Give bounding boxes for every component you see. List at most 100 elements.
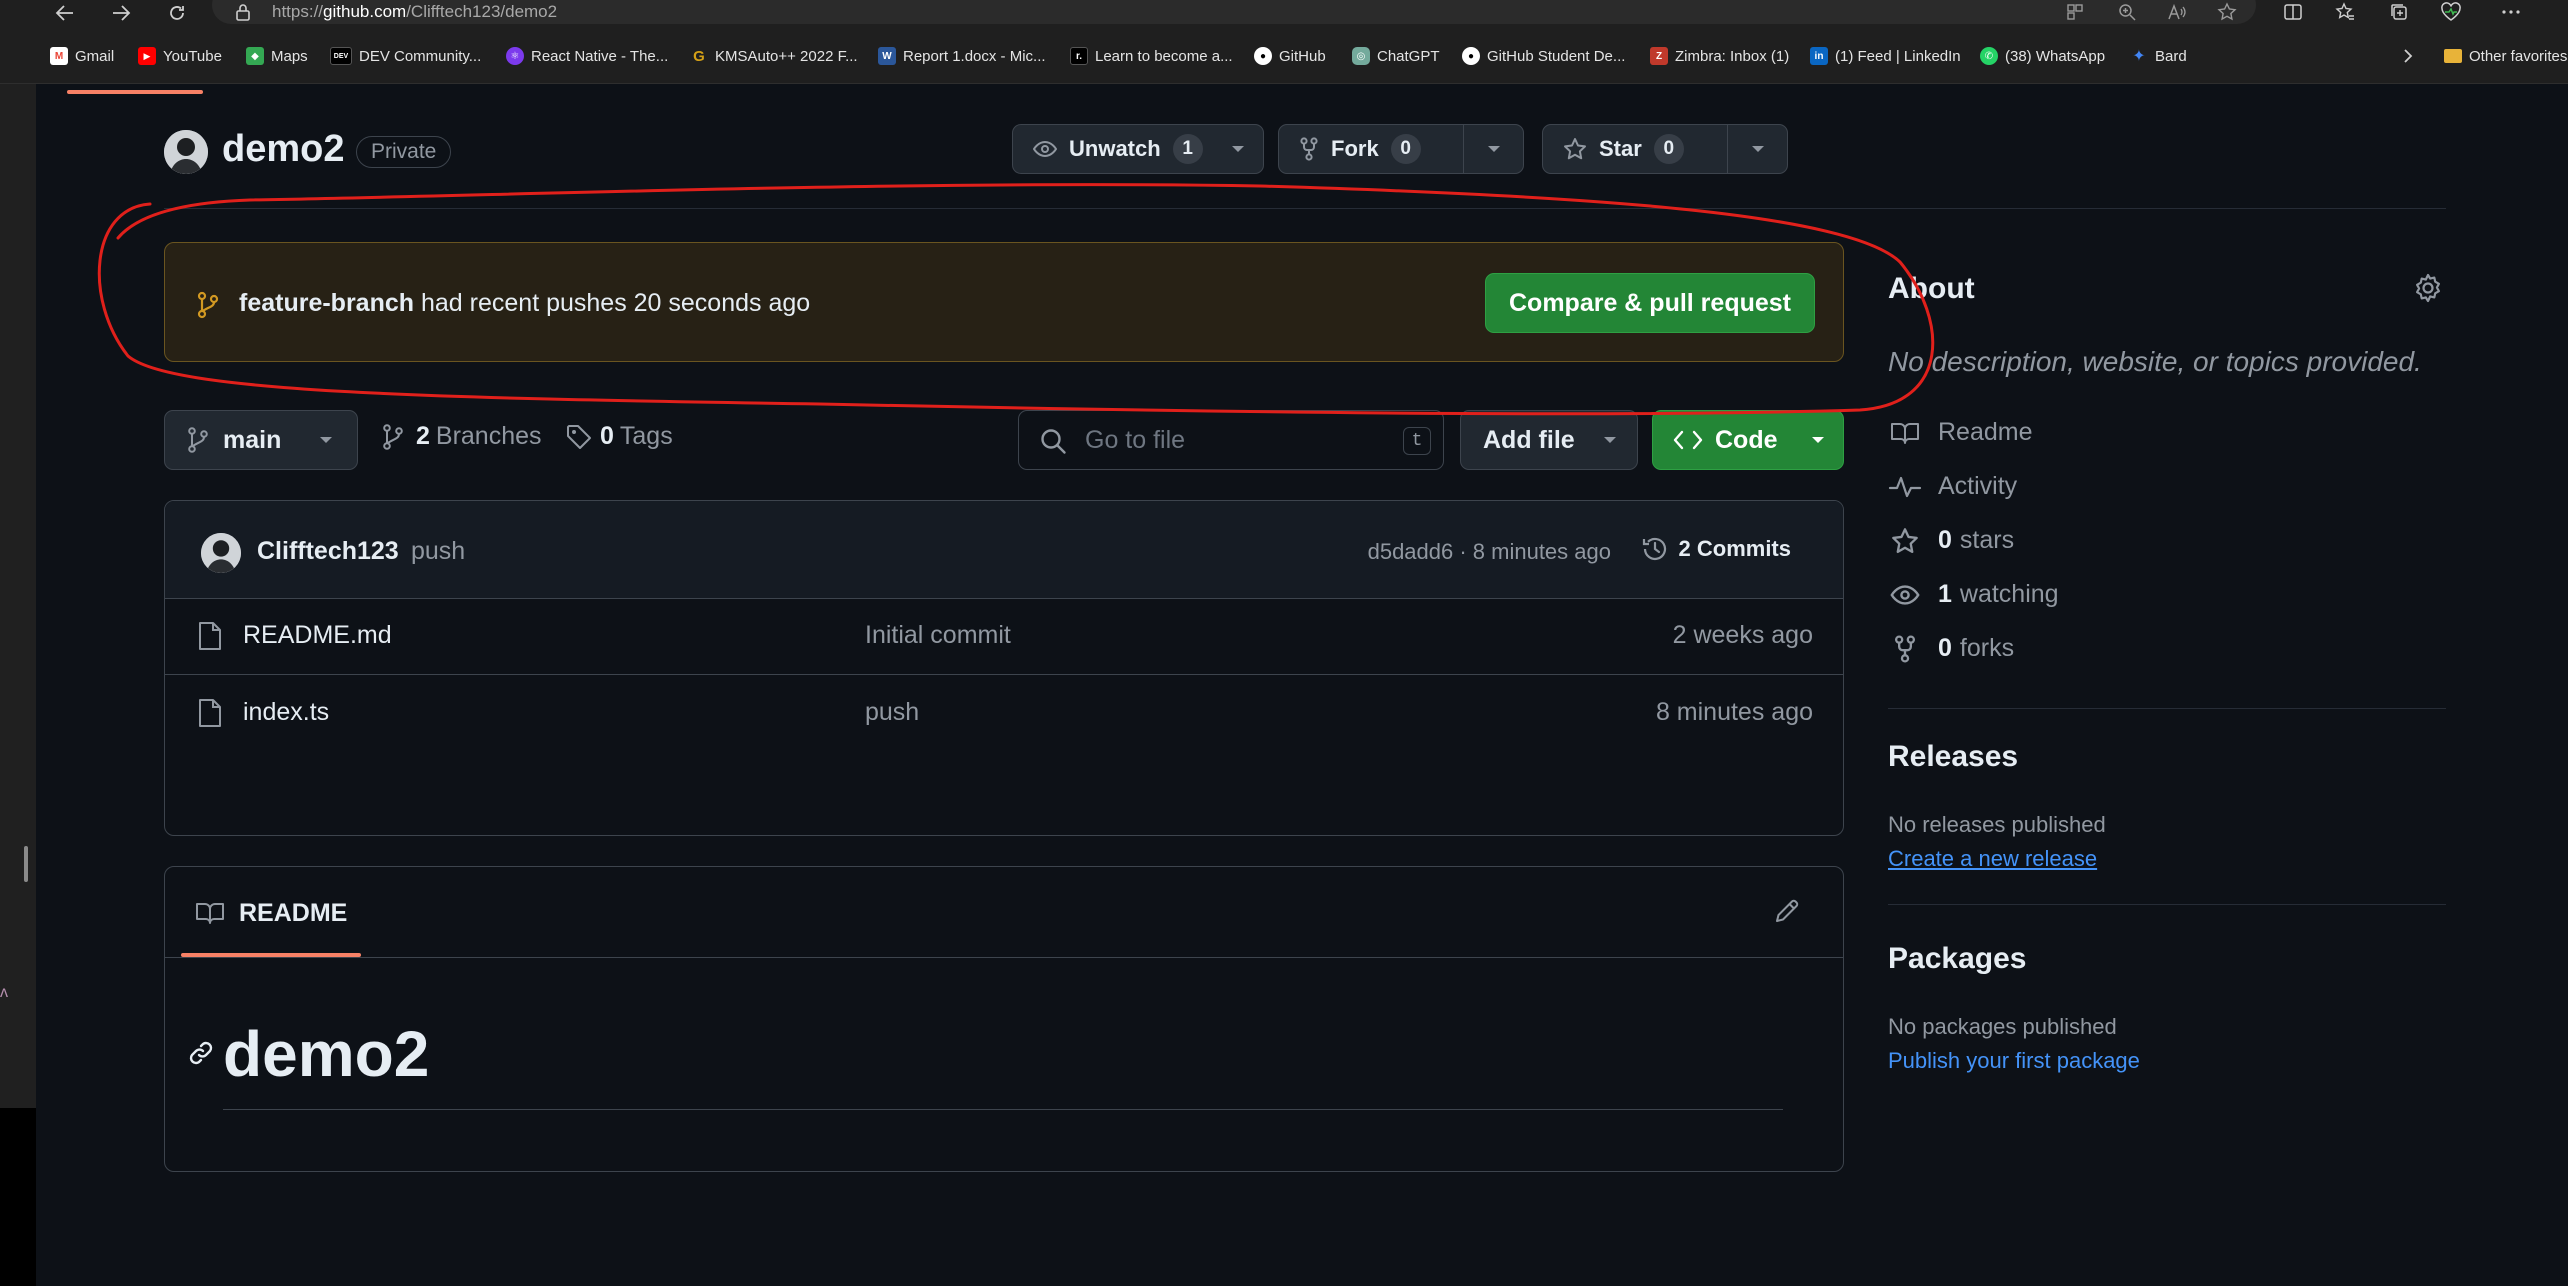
resize-handle[interactable] (24, 846, 28, 882)
fork-dropdown-caret-icon[interactable] (1463, 125, 1523, 173)
branch-icon (188, 427, 208, 453)
unwatch-label: Unwatch (1069, 136, 1161, 161)
bookmark-label: Zimbra: Inbox (1) (1675, 47, 1790, 65)
branches-link[interactable]: 2 Branches (382, 422, 542, 451)
file-commit-message[interactable]: push (865, 698, 919, 727)
fork-label: Fork (1331, 136, 1379, 161)
add-file-button[interactable]: Add file (1460, 410, 1638, 470)
star-dropdown-caret-icon[interactable] (1727, 125, 1787, 173)
tags-count: 0 (600, 422, 614, 450)
pencil-edit-icon[interactable] (1773, 897, 1801, 925)
anchor-link-icon[interactable] (187, 1039, 215, 1067)
star-button[interactable]: Star 0 (1542, 124, 1788, 174)
other-favorites[interactable]: Other favorites (2444, 42, 2567, 70)
file-name[interactable]: README.md (243, 621, 392, 650)
readme-tab[interactable]: README (181, 867, 347, 959)
bookmark-maps[interactable]: ◆ Maps (246, 42, 308, 70)
more-menu-icon[interactable] (2496, 0, 2526, 24)
bookmark-bard[interactable]: ✦ Bard (2130, 42, 2186, 70)
go-to-file-search[interactable]: t (1018, 410, 1444, 470)
bookmark-label: GitHub Student De... (1487, 47, 1626, 65)
forks-number: 0 (1938, 634, 1952, 662)
zoom-icon[interactable] (2112, 0, 2142, 24)
tags-link[interactable]: 0 Tags (566, 422, 673, 451)
url-text[interactable]: https://github.com/Clifftech123/demo2 (272, 0, 557, 24)
commit-message[interactable]: push (411, 537, 465, 566)
bookmark-label: GitHub (1279, 47, 1326, 65)
publish-package-link[interactable]: Publish your first package (1888, 1048, 2140, 1074)
bookmark-chatgpt[interactable]: ◎ ChatGPT (1352, 42, 1440, 70)
activity-link-label: Activity (1938, 472, 2018, 500)
releases-title[interactable]: Releases (1888, 740, 2018, 774)
file-updated-time: 2 weeks ago (1672, 621, 1813, 649)
bookmark-kmsauto[interactable]: G KMSAuto++ 2022 F... (690, 42, 857, 70)
fork-button[interactable]: Fork 0 (1278, 124, 1524, 174)
chevron-down-icon (1812, 437, 1824, 443)
commit-author-avatar[interactable] (201, 533, 241, 573)
other-favorites-label: Other favorites (2469, 47, 2568, 65)
bookmarks-overflow-chevron-icon[interactable] (2402, 42, 2414, 70)
owner-avatar[interactable] (164, 130, 208, 174)
unwatch-dropdown-caret-icon[interactable] (1213, 125, 1263, 173)
lock-icon[interactable] (228, 0, 258, 24)
bookmark-github[interactable]: ● GitHub (1254, 42, 1326, 70)
bookmark-word[interactable]: W Report 1.docx - Mic... (878, 42, 1046, 70)
sidebar-activity-link[interactable]: Activity (1888, 472, 2017, 501)
commit-hash-time[interactable]: d5dadd6 · 8 minutes ago (1368, 539, 1611, 565)
file-name[interactable]: index.ts (243, 698, 329, 727)
branch-selector[interactable]: main (164, 410, 358, 470)
bookmark-roadmap[interactable]: r. Learn to become a... (1070, 42, 1233, 70)
stars-number: 0 (1938, 526, 1952, 554)
gear-icon[interactable] (2412, 272, 2444, 304)
sidebar-stars-link[interactable]: 0 stars (1888, 526, 2014, 555)
sidebar-watching-link[interactable]: 1 watching (1888, 580, 2059, 609)
back-button[interactable] (50, 0, 80, 26)
bookmark-github-student[interactable]: ● GitHub Student De... (1462, 42, 1625, 70)
visibility-badge: Private (356, 136, 452, 168)
split-screen-icon[interactable] (2278, 0, 2308, 24)
watchers-count: 1 (1172, 134, 1203, 164)
browser-essentials-icon[interactable] (2436, 0, 2466, 24)
unwatch-button[interactable]: Unwatch 1 (1012, 124, 1264, 174)
forward-button[interactable] (106, 0, 136, 26)
compare-pull-request-button[interactable]: Compare & pull request (1485, 273, 1815, 333)
create-release-link[interactable]: Create a new release (1888, 846, 2097, 872)
commit-author[interactable]: Clifftech123 (257, 537, 399, 566)
sidebar-forks-link[interactable]: 0 forks (1888, 634, 2014, 663)
collections-icon[interactable] (2384, 0, 2414, 24)
commits-history-link[interactable]: 2 Commits (1641, 535, 1791, 563)
sidebar-readme-link[interactable]: Readme (1888, 418, 2033, 447)
repo-name[interactable]: demo2 (222, 128, 344, 171)
favorites-icon[interactable] (2330, 0, 2360, 24)
eye-icon (1890, 584, 1920, 605)
favorite-star-icon[interactable] (2212, 0, 2242, 24)
kmsauto-icon: G (693, 47, 705, 65)
go-to-file-input[interactable] (1083, 411, 1383, 469)
file-row[interactable]: README.md Initial commit 2 weeks ago (165, 599, 1843, 675)
bookmark-label: YouTube (163, 47, 222, 65)
banner-branch-name[interactable]: feature-branch (239, 289, 414, 317)
bookmark-whatsapp[interactable]: ✆ (38) WhatsApp (1980, 42, 2105, 70)
bookmark-youtube[interactable]: ▶ YouTube (138, 42, 222, 70)
watching-number: 1 (1938, 580, 1952, 608)
code-button[interactable]: Code (1652, 410, 1844, 470)
file-row[interactable]: index.ts push 8 minutes ago (165, 676, 1843, 752)
bookmark-label: Report 1.docx - Mic... (903, 47, 1046, 65)
bookmark-react-native[interactable]: ⚛ React Native - The... (506, 42, 668, 70)
bookmark-label: ChatGPT (1377, 47, 1440, 65)
packages-title[interactable]: Packages (1888, 942, 2026, 976)
keyboard-shortcut-hint: t (1403, 427, 1431, 455)
bookmark-gmail[interactable]: M Gmail (50, 42, 114, 70)
readme-divider (165, 957, 1843, 958)
bookmark-label: Gmail (75, 47, 115, 65)
branch-icon (197, 291, 219, 319)
bookmark-linkedin[interactable]: in (1) Feed | LinkedIn (1810, 42, 1961, 70)
bookmark-dev[interactable]: DEV DEV Community... (330, 42, 481, 70)
file-updated-time: 8 minutes ago (1655, 698, 1813, 726)
file-commit-message[interactable]: Initial commit (865, 621, 1011, 650)
commits-count-label: 2 Commits (1678, 536, 1791, 561)
refresh-button[interactable] (162, 0, 192, 26)
read-aloud-icon[interactable] (2162, 0, 2192, 24)
bookmark-zimbra[interactable]: Z Zimbra: Inbox (1) (1650, 42, 1789, 70)
apps-icon[interactable] (2060, 0, 2090, 24)
